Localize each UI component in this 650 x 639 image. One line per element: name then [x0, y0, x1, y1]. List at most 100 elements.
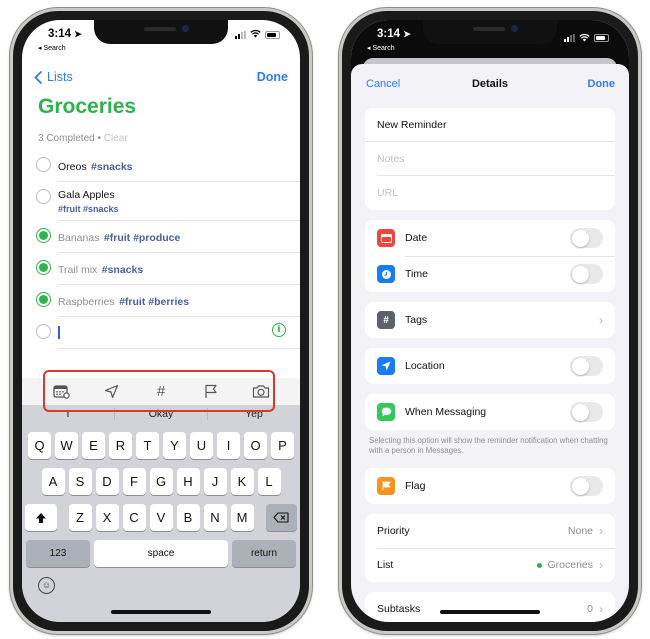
key-a[interactable]: A — [41, 468, 65, 495]
tags-label: Tags — [405, 314, 428, 326]
date-label: Date — [405, 232, 428, 244]
location-row: Location — [365, 348, 615, 384]
location-group: Location — [365, 348, 615, 384]
key-n[interactable]: N — [203, 504, 227, 531]
key-w[interactable]: W — [55, 432, 78, 459]
wifi-icon — [579, 29, 590, 47]
numbers-key[interactable]: 123 — [26, 540, 90, 567]
details-sheet: Cancel Details Done New Reminder Notes U… — [351, 64, 629, 622]
clock-icon — [377, 265, 395, 283]
key-o[interactable]: O — [244, 432, 267, 459]
camera-icon[interactable] — [250, 381, 272, 403]
messaging-toggle[interactable] — [570, 402, 603, 422]
complete-checkbox[interactable] — [36, 189, 51, 204]
flag-row: Flag — [365, 468, 615, 504]
key-h[interactable]: H — [176, 468, 200, 495]
key-u[interactable]: U — [190, 432, 213, 459]
done-button[interactable]: Done — [588, 78, 616, 90]
details-screen: 3:14 ➤ ◂ Search Cancel Details Done New … — [351, 20, 629, 622]
signal-icon — [564, 34, 575, 42]
battery-icon — [265, 30, 280, 39]
key-r[interactable]: R — [109, 432, 132, 459]
key-c[interactable]: C — [122, 504, 146, 531]
clear-completed-button[interactable]: Clear — [104, 133, 128, 144]
key-m[interactable]: M — [230, 504, 254, 531]
priority-value: None — [567, 525, 593, 537]
info-icon[interactable]: i — [272, 323, 286, 337]
location-arrow-icon[interactable] — [100, 381, 122, 403]
key-y[interactable]: Y — [163, 432, 186, 459]
flag-icon[interactable] — [200, 381, 222, 403]
key-l[interactable]: L — [257, 468, 281, 495]
complete-checkbox[interactable] — [36, 292, 51, 307]
key-f[interactable]: F — [122, 468, 146, 495]
delete-key[interactable] — [265, 504, 297, 531]
key-q[interactable]: Q — [28, 432, 51, 459]
key-s[interactable]: S — [68, 468, 92, 495]
list-item[interactable]: Trail mix #snacks — [36, 253, 300, 285]
emoji-icon[interactable]: ☺ — [38, 577, 55, 594]
list-row[interactable]: List Groceries › — [365, 548, 615, 582]
back-to-lists-button[interactable]: Lists — [34, 70, 73, 84]
chevron-right-icon: › — [599, 313, 603, 327]
key-t[interactable]: T — [136, 432, 159, 459]
list-item[interactable]: Gala Apples #fruit #snacks — [36, 182, 300, 221]
complete-checkbox[interactable] — [36, 324, 51, 339]
chevron-right-icon: › — [599, 558, 603, 572]
key-k[interactable]: K — [230, 468, 254, 495]
home-indicator — [440, 610, 540, 614]
key-row-3: ZXCVBNM — [22, 504, 300, 531]
list-item[interactable]: Raspberries #fruit #berries — [36, 285, 300, 317]
complete-checkbox[interactable] — [36, 260, 51, 275]
key-d[interactable]: D — [95, 468, 119, 495]
key-b[interactable]: B — [176, 504, 200, 531]
suggestion[interactable]: Yep — [208, 408, 300, 420]
time-toggle[interactable] — [570, 264, 603, 284]
message-bubble-icon — [377, 403, 395, 421]
date-toggle[interactable] — [570, 228, 603, 248]
key-x[interactable]: X — [95, 504, 119, 531]
suggestion[interactable]: I — [22, 408, 115, 420]
back-to-search[interactable]: ◂ Search — [367, 44, 395, 52]
key-row-1: QWERTYUIOP — [22, 432, 300, 459]
key-v[interactable]: V — [149, 504, 173, 531]
phone-frame-right: 3:14 ➤ ◂ Search Cancel Details Done New … — [339, 8, 641, 634]
priority-row[interactable]: Priority None › — [365, 514, 615, 548]
messaging-group: When Messaging — [365, 394, 615, 430]
new-reminder-row[interactable]: i — [36, 317, 300, 349]
key-p[interactable]: P — [271, 432, 294, 459]
chevron-right-icon: › — [599, 602, 603, 616]
complete-checkbox[interactable] — [36, 228, 51, 243]
key-i[interactable]: I — [217, 432, 240, 459]
location-label: Location — [405, 360, 445, 372]
return-key[interactable]: return — [232, 540, 296, 567]
key-j[interactable]: J — [203, 468, 227, 495]
list-item[interactable]: Oreos #snacks — [36, 150, 300, 182]
status-time: 3:14 ➤ — [377, 28, 411, 40]
notes-field[interactable]: Notes — [377, 142, 615, 176]
done-button[interactable]: Done — [257, 70, 288, 84]
tags-row[interactable]: # Tags › — [365, 302, 615, 338]
list-color-dot — [537, 562, 543, 568]
subtasks-row[interactable]: Subtasks 0 › — [365, 592, 615, 622]
complete-checkbox[interactable] — [36, 157, 51, 172]
priority-label: Priority — [377, 525, 410, 537]
url-field[interactable]: URL — [365, 176, 615, 210]
item-tags: #fruit #snacks — [58, 204, 119, 214]
flag-toggle[interactable] — [570, 476, 603, 496]
key-z[interactable]: Z — [68, 504, 92, 531]
completed-summary: 3 Completed • Clear — [38, 133, 128, 144]
shift-key[interactable] — [25, 504, 57, 531]
space-key[interactable]: space — [94, 540, 228, 567]
suggestion[interactable]: Okay — [115, 408, 208, 420]
item-name: Bananas — [58, 232, 100, 244]
hashtag-icon[interactable]: # — [150, 381, 172, 403]
key-g[interactable]: G — [149, 468, 173, 495]
list-item[interactable]: Bananas #fruit #produce — [36, 221, 300, 253]
title-field[interactable]: New Reminder — [365, 108, 615, 142]
date-time-group: Date Time — [365, 220, 615, 292]
location-toggle[interactable] — [570, 356, 603, 376]
key-e[interactable]: E — [82, 432, 105, 459]
calendar-clock-icon[interactable] — [50, 381, 72, 403]
back-to-search[interactable]: ◂ Search — [38, 44, 66, 52]
